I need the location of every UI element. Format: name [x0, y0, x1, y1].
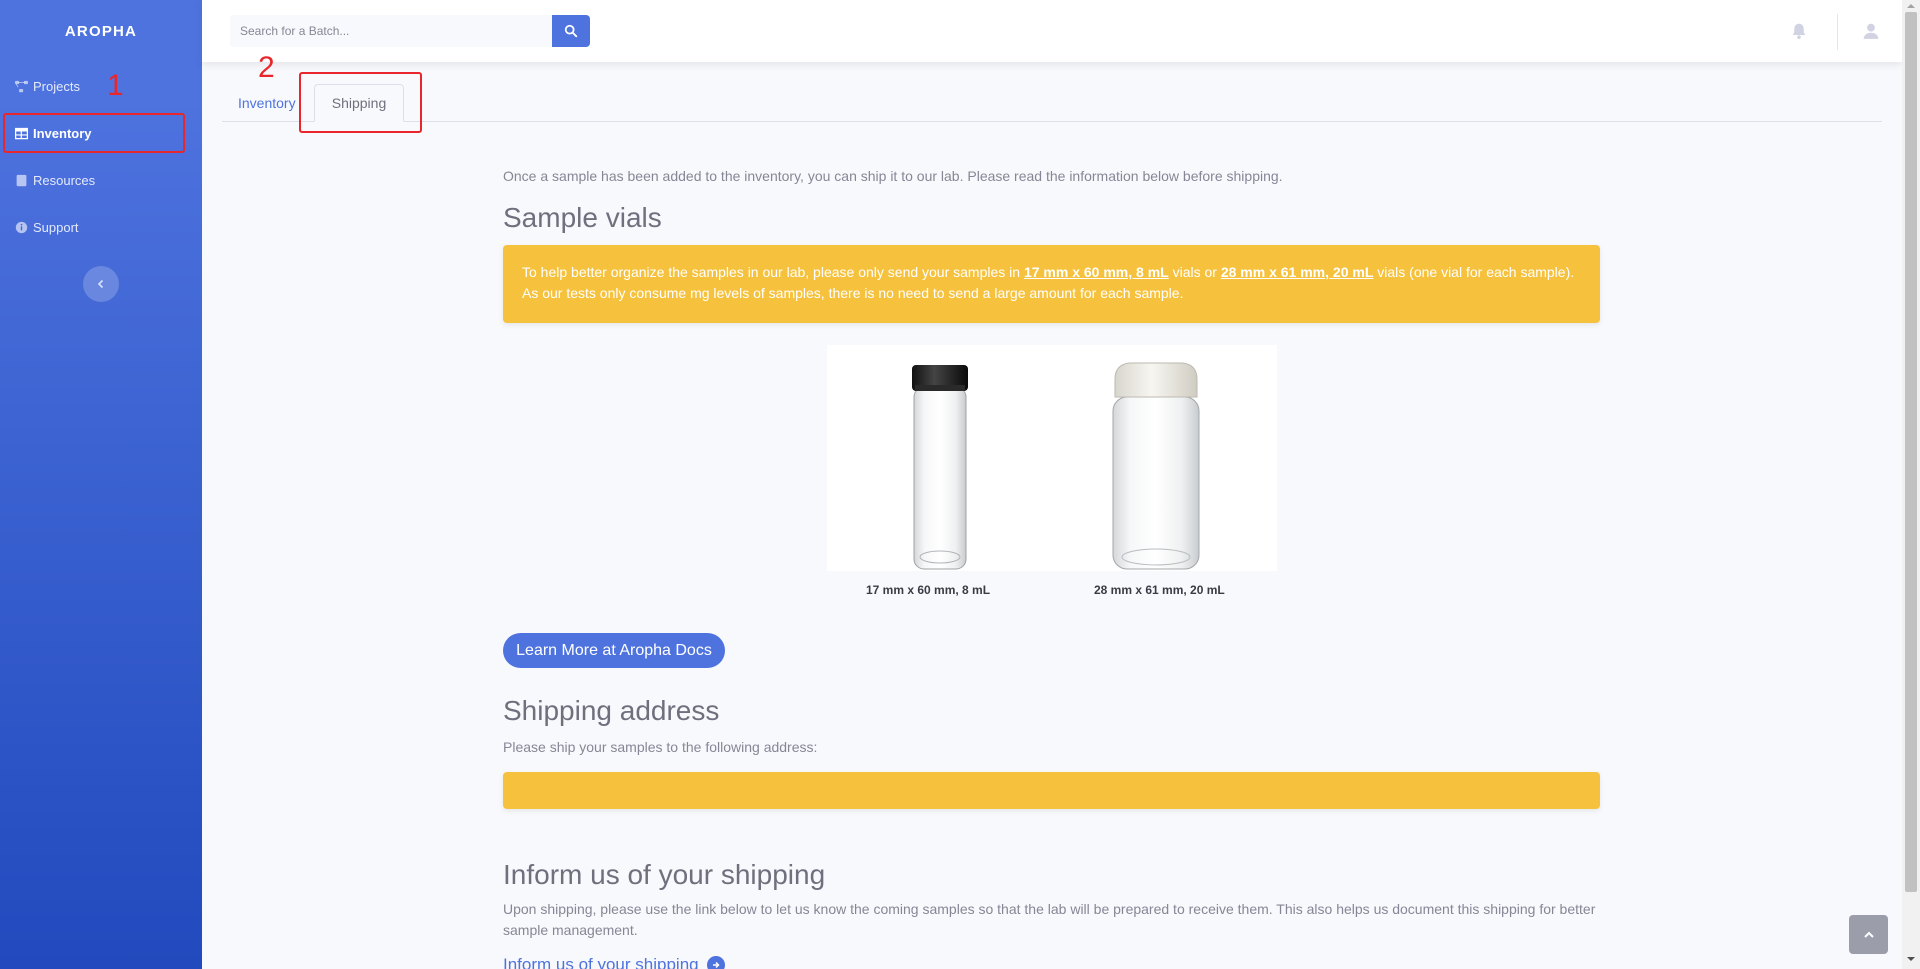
tabs-divider: [222, 121, 1882, 122]
inform-shipping-link[interactable]: Inform us of your shipping: [503, 955, 725, 969]
sidebar-item-label: Resources: [33, 172, 96, 188]
vial-size-small-link[interactable]: 17 mm x 60 mm, 8 mL: [1024, 264, 1169, 280]
inform-shipping-heading: Inform us of your shipping: [503, 859, 826, 890]
sidebar-item-label: Support: [33, 219, 79, 235]
inform-shipping-description: Upon shipping, please use the link below…: [503, 901, 1596, 938]
scroll-down-arrow-icon[interactable]: [1905, 955, 1917, 963]
chevron-up-icon: [1863, 931, 1874, 938]
vials-warning-alert: To help better organize the samples in o…: [503, 245, 1600, 323]
vial-size-large-link[interactable]: 28 mm x 61 mm, 20 mL: [1221, 264, 1374, 280]
sidebar-item-label: Projects: [33, 78, 80, 94]
vials-image: [827, 345, 1277, 571]
search-icon: [564, 24, 578, 38]
search-group: [230, 15, 592, 47]
sidebar-item-support[interactable]: Support: [0, 207, 202, 247]
alert-text-start: To help better organize the samples in o…: [522, 264, 1024, 280]
annotation-number-1: 1: [107, 69, 124, 102]
chevron-left-icon: [97, 279, 104, 289]
sidebar-item-resources[interactable]: Resources: [0, 160, 202, 200]
shipping-address-alert: [503, 772, 1600, 809]
annotation-box-1: [3, 113, 185, 153]
topbar-divider: [1837, 14, 1838, 50]
shipping-address-subtitle: Please ship your samples to the followin…: [503, 739, 818, 755]
book-icon: [14, 173, 28, 187]
intro-text: Once a sample has been added to the inve…: [503, 168, 1283, 184]
brand-logo[interactable]: AROPHA: [0, 0, 202, 62]
search-input[interactable]: [230, 15, 552, 47]
topbar: [202, 0, 1902, 62]
project-diagram-icon: [14, 79, 28, 93]
search-button[interactable]: [552, 15, 590, 47]
scroll-up-arrow-icon[interactable]: [1905, 2, 1917, 10]
inform-shipping-link-label: Inform us of your shipping: [503, 955, 699, 969]
alert-text-mid: vials or: [1168, 264, 1221, 280]
learn-more-button[interactable]: Learn More at Aropha Docs: [503, 633, 725, 668]
page-scrollbar-thumb[interactable]: [1905, 12, 1917, 892]
bell-icon[interactable]: [1790, 22, 1808, 40]
annotation-number-2: 2: [258, 51, 275, 84]
scroll-to-top-button[interactable]: [1849, 915, 1888, 954]
shipping-address-heading: Shipping address: [503, 695, 720, 726]
vials-illustration: [912, 362, 1200, 570]
user-icon[interactable]: [1862, 22, 1880, 40]
info-circle-icon: [14, 220, 28, 234]
sidebar-toggle-button[interactable]: [83, 266, 119, 302]
sample-vials-heading: Sample vials: [503, 202, 662, 233]
sidebar-item-projects[interactable]: Projects: [0, 66, 202, 106]
vial-caption-small: 17 mm x 60 mm, 8 mL: [866, 583, 991, 597]
arrow-right-circle-icon: [706, 956, 725, 969]
vial-caption-large: 28 mm x 61 mm, 20 mL: [1094, 583, 1225, 597]
annotation-box-2: [299, 72, 422, 133]
